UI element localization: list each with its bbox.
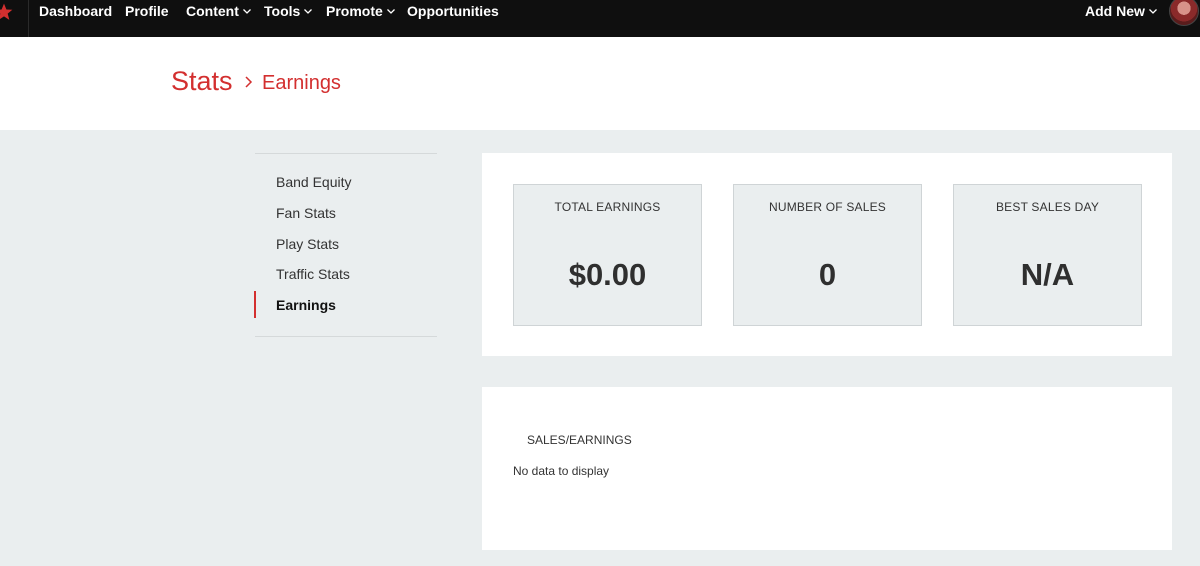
stat-label: BEST SALES DAY (995, 200, 1100, 214)
chevron-right-icon (245, 76, 253, 88)
nav-opportunities-label: Opportunities (407, 3, 499, 19)
page-header: Stats Earnings (0, 37, 1200, 130)
active-indicator (254, 291, 256, 318)
top-navbar: Dashboard Profile Content Tools Promote … (0, 0, 1200, 37)
stat-value: N/A (1020, 257, 1075, 292)
nav-dashboard-label: Dashboard (39, 3, 113, 19)
total-earnings-card: TOTAL EARNINGS $0.00 (513, 184, 702, 326)
stat-label: TOTAL EARNINGS (554, 200, 661, 214)
chevron-down-icon (304, 9, 313, 14)
nav-profile-label: Profile (125, 3, 169, 19)
sidebar-item-fan-stats[interactable]: Fan Stats (276, 205, 336, 221)
stats-sidebar: Band Equity Fan Stats Play Stats Traffic… (254, 153, 437, 337)
nav-tools-label: Tools (264, 3, 301, 19)
nav-content[interactable]: Content (186, 2, 252, 20)
stat-label: NUMBER OF SALES (768, 200, 887, 214)
nav-content-label: Content (186, 3, 239, 19)
chevron-down-icon (242, 9, 251, 14)
logo[interactable] (0, 0, 29, 37)
nav-promote-label: Promote (326, 3, 383, 19)
nav-promote[interactable]: Promote (326, 2, 396, 20)
number-of-sales-card: NUMBER OF SALES 0 (733, 184, 922, 326)
nav-opportunities[interactable]: Opportunities (407, 2, 499, 20)
chevron-down-icon (386, 9, 395, 14)
no-data-message: No data to display (513, 464, 610, 478)
sidebar-item-earnings[interactable]: Earnings (276, 297, 336, 313)
nav-profile[interactable]: Profile (125, 2, 169, 20)
avatar[interactable] (1169, 0, 1199, 26)
sales-earnings-panel: SALES/EARNINGS No data to display (482, 387, 1172, 550)
stat-value: $0.00 (568, 257, 647, 292)
add-new-label: Add New (1085, 3, 1145, 19)
nav-tools[interactable]: Tools (264, 2, 313, 20)
stat-value: 0 (818, 257, 837, 292)
breadcrumb-stats-link[interactable]: Stats (171, 66, 233, 97)
chart-title: SALES/EARNINGS (527, 433, 632, 447)
sidebar-item-band-equity[interactable]: Band Equity (276, 174, 352, 190)
breadcrumb-current: Earnings (262, 72, 341, 94)
stats-summary-panel: TOTAL EARNINGS $0.00 NUMBER OF SALES 0 B… (482, 153, 1172, 356)
add-new-menu[interactable]: Add New (1085, 2, 1158, 20)
sidebar-item-play-stats[interactable]: Play Stats (276, 236, 339, 252)
chevron-down-icon (1148, 9, 1157, 14)
star-icon (0, 3, 13, 20)
best-sales-day-card: BEST SALES DAY N/A (953, 184, 1142, 326)
nav-dashboard[interactable]: Dashboard (39, 2, 112, 20)
sidebar-item-traffic-stats[interactable]: Traffic Stats (276, 266, 350, 282)
